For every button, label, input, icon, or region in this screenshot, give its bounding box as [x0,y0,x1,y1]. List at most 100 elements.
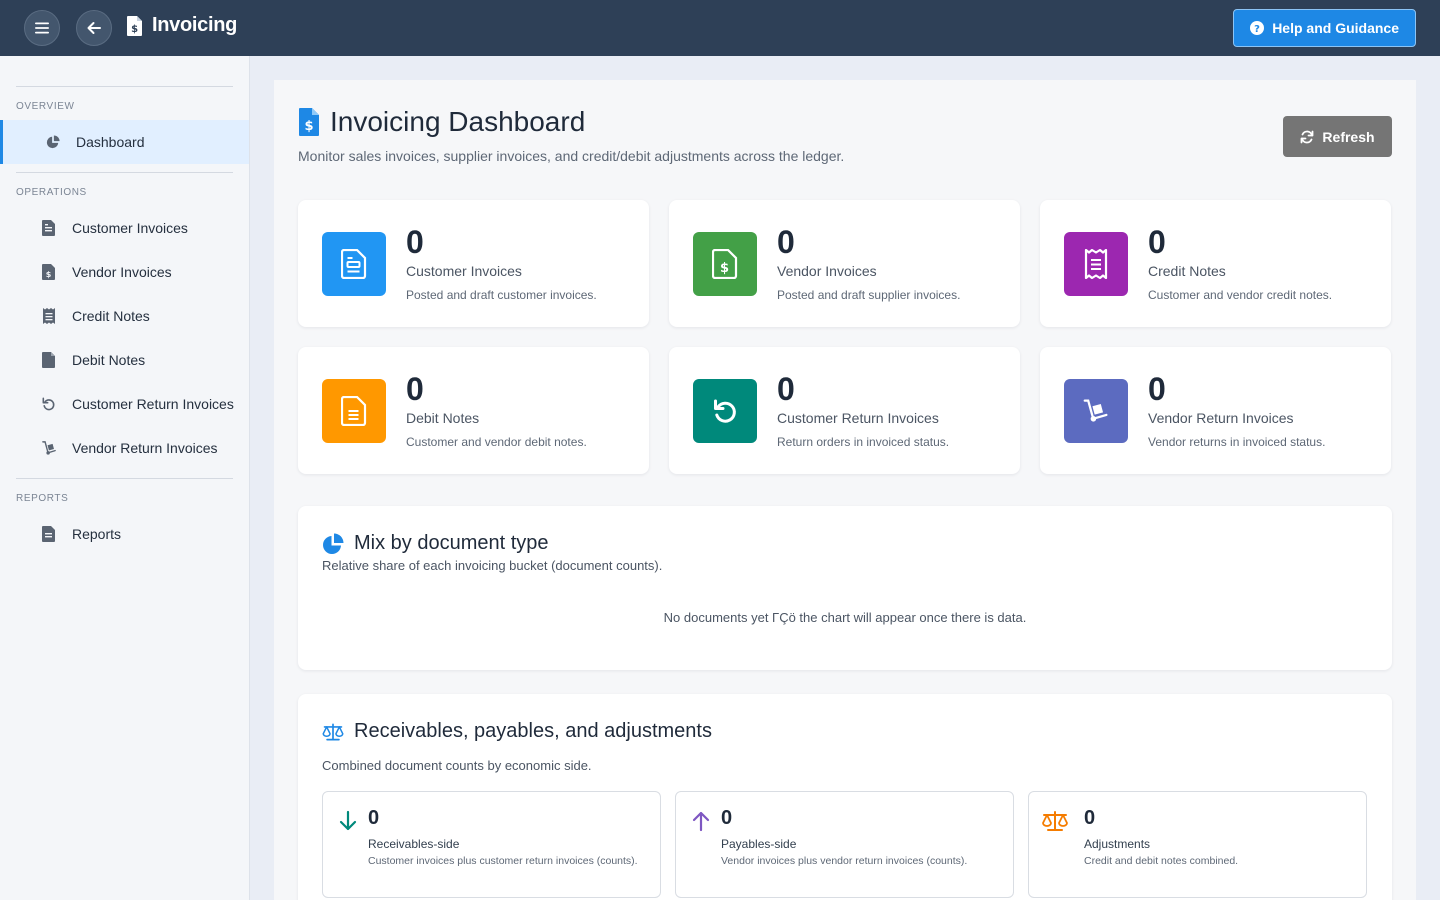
summary-description: Vendor invoices plus vendor return invoi… [721,855,968,867]
stat-label: Customer Return Invoices [777,410,939,426]
sidebar-item-customer-invoices[interactable]: Customer Invoices [0,206,249,250]
help-button[interactable]: ? Help and Guidance [1233,9,1416,47]
svg-text:$: $ [46,270,52,279]
back-button[interactable] [76,10,112,46]
stat-label: Debit Notes [406,410,480,426]
summary-value: 0 [1084,807,1096,829]
document-icon [42,352,55,368]
summary-label: Adjustments [1084,837,1151,851]
refresh-button-label: Refresh [1322,128,1375,145]
mix-panel-title: Mix by document type [322,532,549,555]
stat-description: Return orders in invoiced status. [777,435,950,449]
document-icon [42,526,55,542]
help-button-label: Help and Guidance [1272,20,1399,36]
undo-icon [714,399,736,423]
dollar-invoice-icon: $ [127,15,142,36]
svg-text:$: $ [720,261,729,276]
stat-card-customer-return-invoices[interactable]: 0 Customer Return Invoices Return orders… [669,347,1020,474]
stat-value: 0 [1148,371,1166,407]
svg-text:$: $ [304,119,313,134]
page-header: $ Invoicing Dashboard Monitor sales invo… [298,106,844,164]
dolly-icon [1083,399,1108,422]
svg-text:?: ? [1254,24,1260,35]
undo-icon [42,397,55,411]
document-icon [341,396,367,426]
dollar-invoice-icon: $ [42,264,55,280]
dolly-icon [42,441,56,455]
sidebar-heading: OVERVIEW [16,101,75,112]
stat-value: 0 [1148,224,1166,260]
stat-value: 0 [777,371,795,407]
invoice-icon [341,249,367,279]
sidebar: OVERVIEW Dashboard OPERATIONS Customer I… [0,56,250,900]
stat-card-vendor-return-invoices[interactable]: 0 Vendor Return Invoices Vendor returns … [1040,347,1391,474]
mix-panel: Mix by document type Relative share of e… [298,506,1392,670]
summary-label: Payables-side [721,837,797,851]
receivables-panel-title: Receivables, payables, and adjustments [322,720,712,743]
sidebar-item-vendor-return-invoices[interactable]: Vendor Return Invoices [0,426,249,470]
top-bar: $ Invoicing ? Help and Guidance [0,0,1440,56]
sidebar-item-dashboard[interactable]: Dashboard [0,120,249,164]
stat-icon-box [322,232,386,296]
summary-description: Customer invoices plus customer return i… [368,855,638,867]
sidebar-item-label: Reports [72,526,122,542]
summary-card-payables[interactable]: 0 Payables-side Vendor invoices plus ven… [675,791,1014,898]
stat-card-debit-notes[interactable]: 0 Debit Notes Customer and vendor debit … [298,347,649,474]
summary-card-adjustments[interactable]: 0 Adjustments Credit and debit notes com… [1028,791,1367,898]
stat-value: 0 [406,371,424,407]
stat-card-vendor-invoices[interactable]: $ 0 Vendor Invoices Posted and draft sup… [669,200,1020,327]
stat-card-credit-notes[interactable]: 0 Credit Notes Customer and vendor credi… [1040,200,1391,327]
scale-icon [322,723,344,740]
main-content: $ Invoicing Dashboard Monitor sales invo… [274,80,1416,900]
scale-icon [1042,811,1068,831]
receipt-icon [1084,249,1108,279]
stat-label: Customer Invoices [406,263,522,279]
sidebar-item-customer-return-invoices[interactable]: Customer Return Invoices [0,382,249,426]
stat-label: Credit Notes [1148,263,1226,279]
stat-icon-box [1064,232,1128,296]
refresh-button[interactable]: Refresh [1283,116,1392,157]
page-title: $ Invoicing Dashboard [298,106,844,138]
pie-chart-icon [46,135,60,149]
menu-button[interactable] [24,10,60,46]
stat-icon-box [693,379,757,443]
stat-card-customer-invoices[interactable]: 0 Customer Invoices Posted and draft cus… [298,200,649,327]
stat-description: Customer and vendor debit notes. [406,435,587,449]
dollar-invoice-icon: $ [712,249,738,279]
summary-value: 0 [721,807,733,829]
receivables-panel-subtitle: Combined document counts by economic sid… [322,758,592,773]
sidebar-heading: OPERATIONS [16,187,87,198]
stat-icon-box [322,379,386,443]
dollar-invoice-icon: $ [299,108,319,136]
app-title-text: Invoicing [152,14,238,36]
page-subtitle: Monitor sales invoices, supplier invoice… [298,148,845,164]
stat-grid: 0 Customer Invoices Posted and draft cus… [298,200,1392,474]
refresh-icon [1301,130,1314,143]
hamburger-icon [35,22,49,34]
stat-label: Vendor Return Invoices [1148,410,1294,426]
sidebar-item-reports[interactable]: Reports [0,512,249,556]
summary-card-receivables[interactable]: 0 Receivables-side Customer invoices plu… [322,791,661,898]
question-circle-icon: ? [1250,21,1265,35]
side-summary-grid: 0 Receivables-side Customer invoices plu… [322,791,1368,898]
stat-description: Posted and draft customer invoices. [406,288,597,302]
sidebar-item-label: Vendor Return Invoices [72,440,218,456]
sidebar-item-credit-notes[interactable]: Credit Notes [0,294,249,338]
sidebar-heading: REPORTS [16,493,69,504]
chart-empty-message: No documents yet ΓÇö the chart will appe… [663,610,1027,625]
arrow-down-icon [339,810,357,831]
summary-description: Credit and debit notes combined. [1084,855,1239,867]
summary-label: Receivables-side [368,837,460,851]
sidebar-item-vendor-invoices[interactable]: $ Vendor Invoices [0,250,249,294]
receipt-icon [43,308,55,324]
receivables-panel-title-text: Receivables, payables, and adjustments [354,720,712,742]
receivables-panel: Receivables, payables, and adjustments C… [298,694,1392,900]
mix-panel-title-text: Mix by document type [354,532,549,554]
pie-chart-icon [323,533,344,554]
sidebar-item-debit-notes[interactable]: Debit Notes [0,338,249,382]
mix-panel-subtitle: Relative share of each invoicing bucket … [322,558,663,573]
svg-text:$: $ [131,24,138,35]
stat-value: 0 [406,224,424,260]
invoice-icon [42,220,55,236]
sidebar-item-label: Customer Invoices [72,220,188,236]
